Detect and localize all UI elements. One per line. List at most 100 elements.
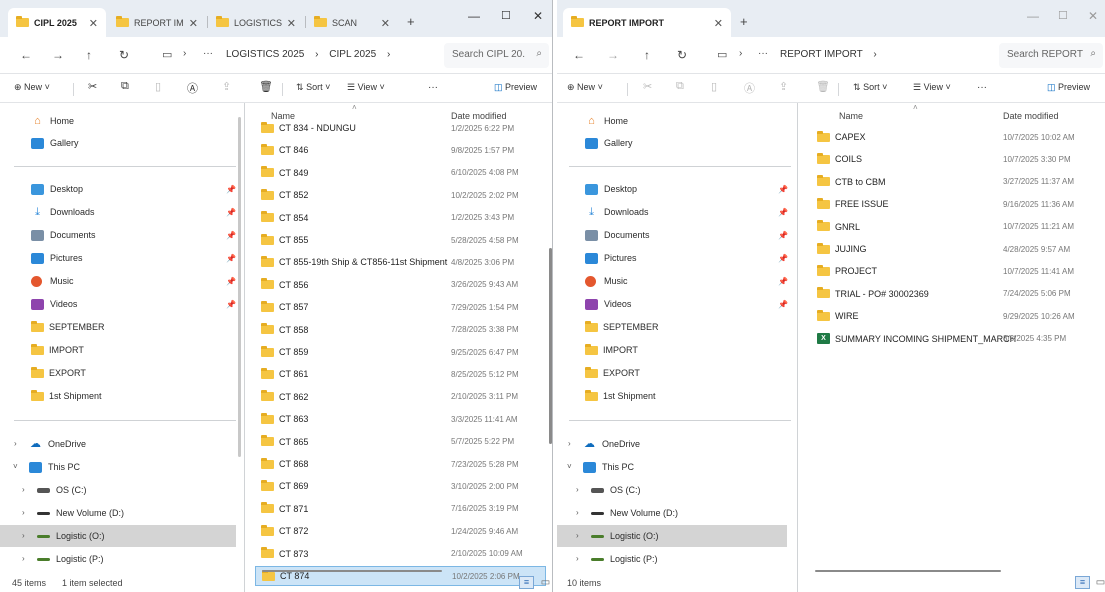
file-row[interactable]: CT 859 9/25/2025 6:47 PM [255,342,546,362]
sort-button[interactable]: ⇅ Sort ˅ [853,82,887,93]
nav-item-new-volume-d[interactable]: New Volume (D:) [37,502,124,524]
more-breadcrumbs-icon[interactable]: ··· [203,48,213,59]
file-row[interactable]: CT 855-19th Ship & CT856-11st Shipment 4/… [255,252,546,272]
close-tab-icon[interactable]: ✕ [381,17,390,30]
breadcrumb-item[interactable]: CIPL 2025 [329,49,376,60]
details-view-icon[interactable]: ≡ [1075,576,1090,589]
file-row[interactable]: CT 849 6/10/2025 4:08 PM [255,163,546,183]
nav-item-onedrive[interactable]: ☁ OneDrive [583,433,640,455]
tab-report-im[interactable]: REPORT IM ✕ [108,8,206,37]
chevron-right-icon[interactable]: › [576,485,579,494]
file-row[interactable]: WIRE 9/29/2025 10:26 AM [805,306,1103,326]
file-row[interactable]: CT 855 5/28/2025 4:58 PM [255,230,546,250]
nav-item-onedrive[interactable]: ☁ OneDrive [29,433,86,455]
rename-icon[interactable]: Ⓐ [744,80,755,96]
nav-item-os-c[interactable]: OS (C:) [591,479,641,501]
file-row[interactable]: CT 869 3/10/2025 2:00 PM [255,476,546,496]
nav-item-documents[interactable]: Documents [585,224,650,246]
close-window-icon[interactable]: ✕ [1088,9,1098,23]
chevron-right-icon[interactable]: › [22,485,25,494]
new-button[interactable]: ⊕ New ˅ [14,82,50,93]
nav-item-music[interactable]: Music [31,270,74,292]
new-tab-icon[interactable]: + [407,14,415,29]
nav-item-downloads[interactable]: ⤓ Downloads [31,201,94,223]
cut-icon[interactable]: ✂ [643,80,652,93]
tab-cipl-2025[interactable]: CIPL 2025 ✕ [8,8,106,37]
minimize-icon[interactable]: — [1027,9,1039,23]
tab-report-import[interactable]: REPORT IMPORT ✕ [563,8,731,37]
refresh-icon[interactable]: ↻ [677,48,687,62]
maximize-icon[interactable]: ☐ [501,9,511,22]
share-icon[interactable]: ⇪ [779,80,788,93]
nav-item-videos[interactable]: Videos [585,293,631,315]
file-row[interactable]: JUJING 4/28/2025 9:57 AM [805,239,1103,259]
file-row[interactable]: CT 872 1/24/2025 9:46 AM [255,521,546,541]
chevron-down-icon[interactable]: ˅ [567,462,572,471]
back-icon[interactable]: ← [20,48,32,62]
nav-item-os-c[interactable]: OS (C:) [37,479,87,501]
nav-item-1st-shipment[interactable]: 1st Shipment [31,385,102,407]
paste-icon[interactable]: ▯ [711,80,717,93]
tab-scan[interactable]: SCAN ✕ [306,8,398,37]
file-row[interactable]: CT 868 7/23/2025 5:28 PM [255,454,546,474]
chevron-down-icon[interactable]: ˅ [13,462,18,471]
file-row[interactable]: CT 852 10/2/2025 2:02 PM [255,185,546,205]
close-window-icon[interactable]: ✕ [533,9,543,23]
nav-item-home[interactable]: ⌂ Home [31,110,74,132]
nav-item-desktop[interactable]: Desktop [585,178,637,200]
pin-icon[interactable]: 📌 [226,254,236,263]
pin-icon[interactable]: 📌 [778,208,788,217]
nav-item-documents[interactable]: Documents [31,224,96,246]
more-breadcrumbs-icon[interactable]: ··· [758,48,768,59]
file-row[interactable]: CT 862 2/10/2025 3:11 PM [255,387,546,407]
close-tab-icon[interactable]: ✕ [287,17,296,30]
nav-item-export[interactable]: EXPORT [31,362,86,384]
file-row[interactable]: TRIAL - PO# 30002369 7/24/2025 5:06 PM [805,284,1103,304]
file-row[interactable]: CT 858 7/28/2025 3:38 PM [255,320,546,340]
nav-item-this-pc[interactable]: This PC [583,456,634,478]
nav-item-import[interactable]: IMPORT [585,339,638,361]
file-row[interactable]: GNRL 10/7/2025 11:21 AM [805,217,1103,237]
breadcrumb-item[interactable]: LOGISTICS 2025 [226,49,304,60]
chevron-right-icon[interactable]: › [568,439,571,448]
close-tab-icon[interactable]: ✕ [189,17,198,30]
pin-icon[interactable]: 📌 [226,300,236,309]
file-row[interactable]: CAPEX 10/7/2025 10:02 AM [805,127,1103,147]
file-row[interactable]: X SUMMARY INCOMING SHIPMENT_MARCH 3/3/2025… [805,329,1103,349]
location-icon[interactable]: ▭ [717,48,727,61]
view-button[interactable]: ☰ View ˅ [913,82,951,93]
file-row[interactable]: PROJECT 10/7/2025 11:41 AM [805,261,1103,281]
pane-divider[interactable] [797,103,798,592]
nav-item-logistic-o[interactable]: Logistic (O:) [0,525,236,547]
up-icon[interactable]: ↑ [644,48,650,62]
nav-item-pictures[interactable]: Pictures [31,247,83,269]
pin-icon[interactable]: 📌 [778,185,788,194]
maximize-icon[interactable]: ☐ [1058,9,1068,22]
chevron-right-icon[interactable]: › [576,508,579,517]
nav-item-new-volume-d[interactable]: New Volume (D:) [591,502,678,524]
delete-icon[interactable]: 🗑 [816,80,830,93]
new-tab-icon[interactable]: + [740,14,748,29]
pin-icon[interactable]: 📌 [226,185,236,194]
breadcrumb[interactable]: REPORT IMPORT › [780,49,877,60]
file-row[interactable]: COILS 10/7/2025 3:30 PM [805,149,1103,169]
chevron-right-icon[interactable]: › [22,531,25,540]
file-row[interactable]: CT 865 5/7/2025 5:22 PM [255,432,546,452]
copy-icon[interactable]: ⧉ [676,80,684,93]
file-row[interactable]: CT 834 - NDUNGU 1/2/2025 6:22 PM [255,118,546,138]
cut-icon[interactable]: ✂ [88,80,97,93]
file-row[interactable]: CT 873 2/10/2025 10:09 AM [255,544,546,564]
nav-item-logistic-o[interactable]: Logistic (O:) [557,525,787,547]
nav-item-music[interactable]: Music [585,270,628,292]
nav-item-home[interactable]: ⌂ Home [585,110,628,132]
see-more-button[interactable]: ··· [428,82,438,93]
nav-item-logistic-p[interactable]: Logistic (P:) [37,548,104,570]
column-header-date-modified[interactable]: Date modified [1003,111,1059,121]
breadcrumb[interactable]: LOGISTICS 2025 › CIPL 2025 › [226,49,390,60]
file-row[interactable]: CTB to CBM 3/27/2025 11:37 AM [805,172,1103,192]
file-row[interactable]: CT 846 9/8/2025 1:57 PM [255,140,546,160]
file-row[interactable]: CT 861 8/25/2025 5:12 PM [255,364,546,384]
nav-item-videos[interactable]: Videos [31,293,77,315]
refresh-icon[interactable]: ↻ [119,48,129,62]
close-tab-icon[interactable]: ✕ [89,17,98,30]
